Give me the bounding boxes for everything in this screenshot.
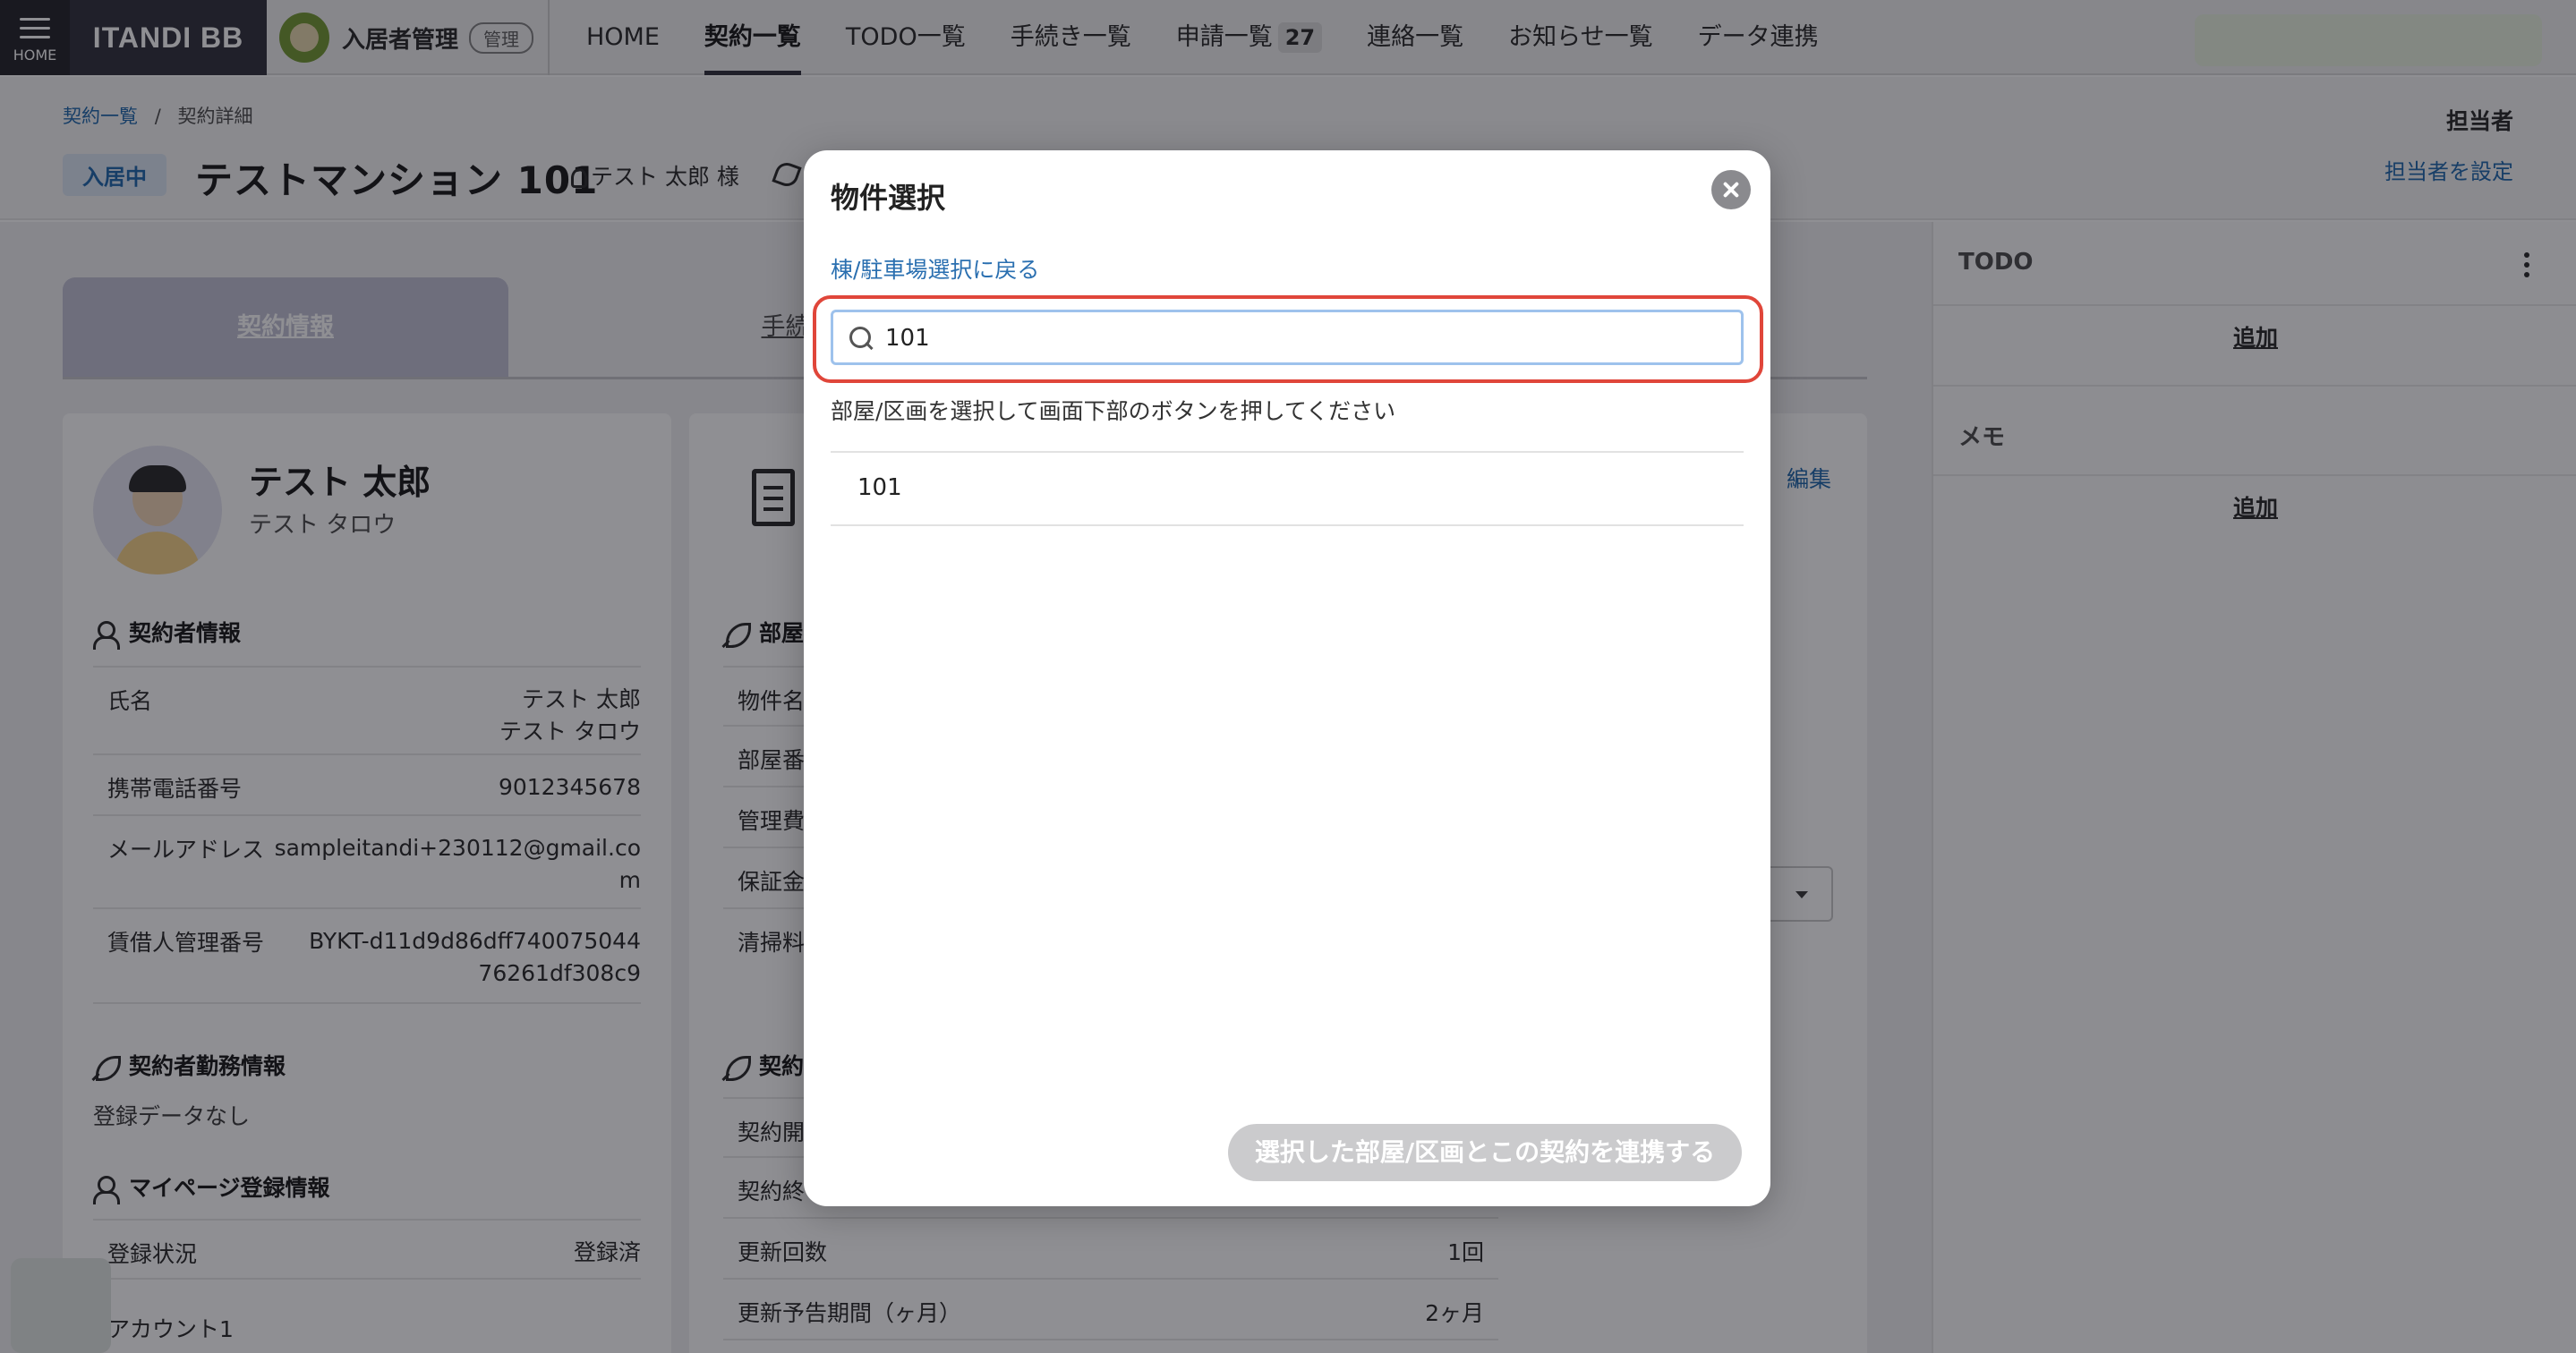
property-select-modal: 物件選択 棟/駐車場選択に戻る 部屋/区画を選択して画面下部のボタンを押してくだ…: [804, 150, 1770, 1206]
search-input[interactable]: [885, 319, 1727, 357]
room-number: 101: [857, 474, 902, 501]
close-icon[interactable]: [1711, 170, 1751, 209]
modal-title: 物件選択: [831, 181, 946, 215]
list-item[interactable]: 101: [831, 453, 1744, 526]
back-to-building-link[interactable]: 棟/駐車場選択に戻る: [831, 252, 1039, 285]
link-contract-button[interactable]: 選択した部屋/区画とこの契約を連携する: [1228, 1124, 1742, 1181]
search-icon: [849, 327, 873, 350]
instruction-text: 部屋/区画を選択して画面下部のボタンを押してください: [831, 398, 1396, 424]
search-field[interactable]: [831, 310, 1744, 365]
